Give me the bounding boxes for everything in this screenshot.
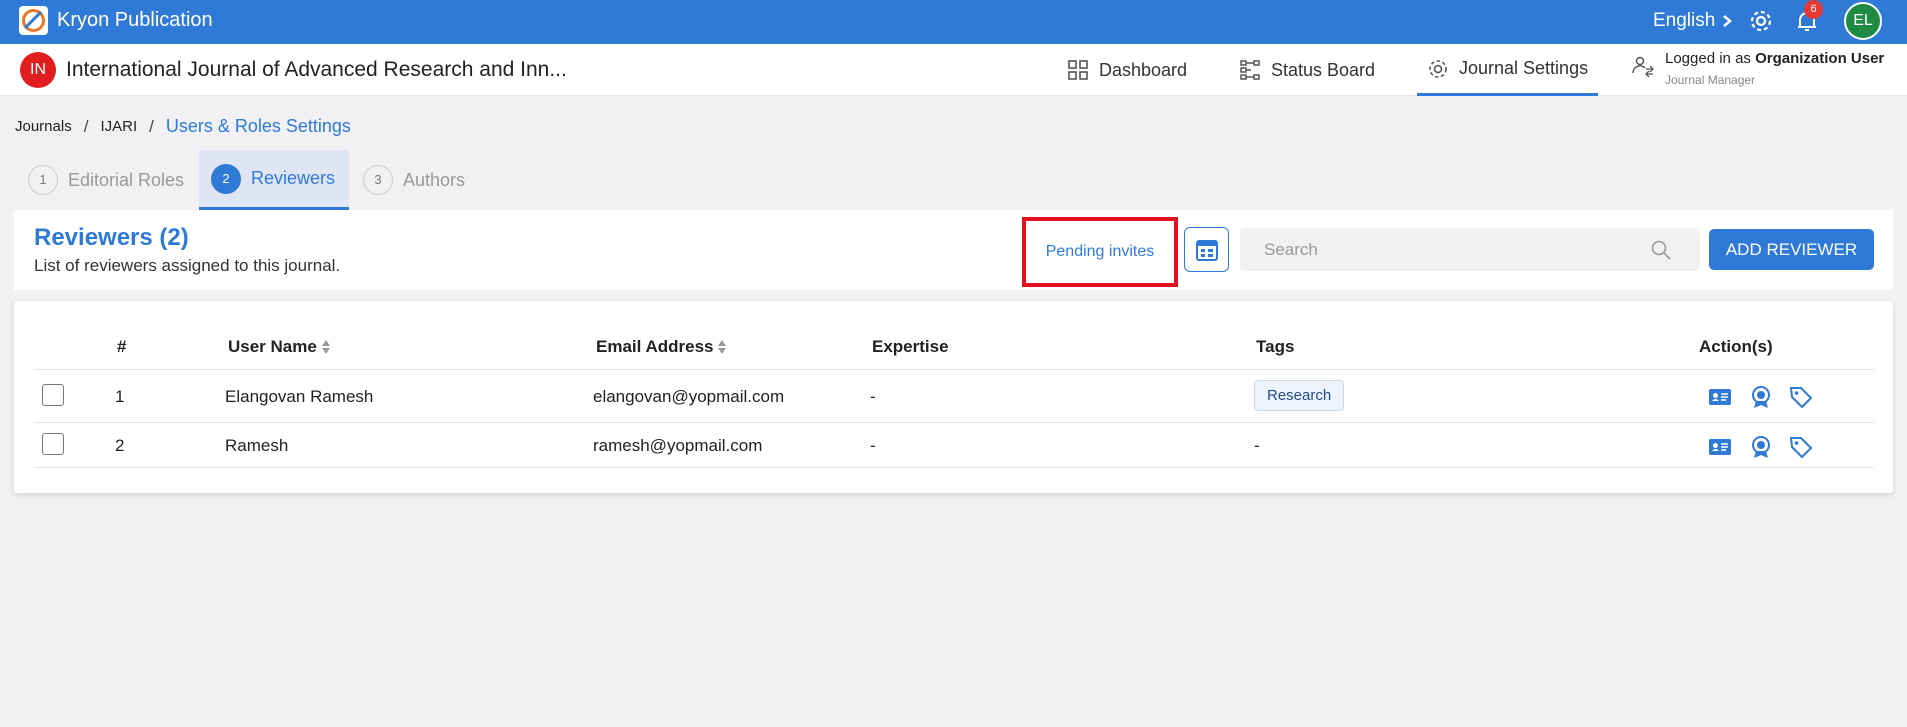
row-number: 1 — [115, 387, 125, 406]
tab-journal-settings[interactable]: Journal Settings — [1417, 44, 1599, 96]
column-header-label: Expertise — [872, 337, 949, 356]
tab-journal-settings-label: Journal Settings — [1459, 58, 1589, 78]
add-reviewer-button[interactable]: ADD REVIEWER — [1709, 229, 1874, 270]
user-role: Journal Manager — [1665, 73, 1756, 87]
journal-header: IN International Journal of Advanced Res… — [0, 44, 1907, 96]
notification-count-badge: 6 — [1804, 0, 1823, 19]
dashboard-icon — [1068, 60, 1088, 80]
row-email: ramesh@yopmail.com — [593, 436, 763, 455]
tab-dashboard-label: Dashboard — [1099, 59, 1188, 80]
step-label: Authors — [403, 169, 466, 190]
tab-authors[interactable]: 3 Authors — [351, 150, 477, 210]
breadcrumb-separator: / — [83, 116, 89, 136]
page-subtitle: List of reviewers assigned to this journ… — [34, 256, 341, 275]
row-checkbox[interactable] — [42, 433, 64, 455]
language-selector[interactable]: English — [1653, 10, 1733, 32]
tab-dashboard[interactable]: Dashboard — [1067, 44, 1187, 96]
logged-in-user: Organization User — [1755, 50, 1885, 67]
row-expertise: - — [870, 436, 876, 455]
journal-title: International Journal of Advanced Resear… — [66, 58, 567, 81]
id-card-icon[interactable] — [1707, 434, 1733, 460]
tag-icon[interactable] — [1788, 434, 1814, 460]
status-board-icon — [1240, 60, 1260, 80]
logged-in-text: Logged in as Organization User — [1665, 50, 1884, 67]
breadcrumb-separator: / — [149, 116, 154, 136]
column-header-email[interactable]: Email Address — [596, 337, 727, 357]
tab-reviewers[interactable]: 2 Reviewers — [199, 150, 349, 210]
column-header-user-name[interactable]: User Name — [228, 337, 331, 357]
app-name: Kryon Publication — [57, 9, 213, 31]
tab-status-board[interactable]: Status Board — [1239, 44, 1375, 96]
settings-gear-icon — [1429, 59, 1447, 78]
step-label: Reviewers — [251, 168, 336, 188]
page-title: Reviewers (2) — [34, 224, 189, 251]
search-input[interactable] — [1240, 228, 1650, 271]
id-card-icon[interactable] — [1707, 384, 1733, 410]
search-icon[interactable] — [1650, 239, 1672, 261]
row-checkbox[interactable] — [42, 384, 64, 406]
switch-user-icon — [1632, 56, 1654, 78]
column-header-label: Email Address — [596, 337, 714, 356]
journal-badge: IN — [20, 52, 56, 88]
chevron-right-icon — [1723, 15, 1733, 27]
sort-icon[interactable] — [321, 339, 331, 355]
pending-invites-button[interactable]: Pending invites — [1022, 217, 1178, 287]
breadcrumb-journals[interactable]: Journals — [15, 118, 72, 135]
breadcrumb: Journals / IJARI / Users & Roles Setting… — [15, 116, 351, 137]
language-label: English — [1653, 10, 1716, 31]
column-header-label: User Name — [228, 337, 317, 356]
sort-icon[interactable] — [717, 339, 727, 355]
row-divider — [34, 422, 1874, 423]
tab-status-board-label: Status Board — [1271, 59, 1376, 80]
column-header-actions: Action(s) — [1699, 337, 1773, 357]
award-badge-icon[interactable] — [1748, 434, 1774, 460]
settings-gear-icon[interactable] — [1748, 8, 1774, 34]
column-header-label: Action(s) — [1699, 337, 1773, 356]
calendar-icon — [1195, 239, 1218, 261]
user-avatar[interactable]: EL — [1844, 2, 1882, 40]
row-expertise: - — [870, 387, 876, 406]
step-number: 3 — [363, 165, 393, 195]
row-divider — [34, 467, 1874, 468]
calendar-view-button[interactable] — [1184, 227, 1229, 272]
step-number: 1 — [28, 165, 58, 195]
search-box — [1240, 228, 1700, 271]
breadcrumb-journal-code[interactable]: IJARI — [100, 118, 137, 135]
row-email: elangovan@yopmail.com — [593, 387, 785, 406]
tab-editorial-roles[interactable]: 1 Editorial Roles — [16, 150, 196, 210]
tag-badge: Research — [1254, 380, 1345, 411]
breadcrumb-current: Users & Roles Settings — [165, 116, 351, 136]
column-header-label: # — [117, 337, 127, 356]
row-divider — [34, 369, 1874, 370]
column-header-label: Tags — [1256, 337, 1295, 356]
column-header-tags: Tags — [1256, 337, 1294, 357]
step-number: 2 — [211, 163, 241, 194]
column-header-number: # — [117, 337, 126, 357]
row-tags: - — [1254, 436, 1260, 455]
row-user-name: Elangovan Ramesh — [225, 387, 374, 406]
top-app-bar: Kryon Publication English 6 EL — [0, 0, 1907, 44]
row-user-name: Ramesh — [225, 436, 289, 455]
award-badge-icon[interactable] — [1748, 384, 1774, 410]
app-logo-icon — [19, 6, 48, 35]
column-header-expertise: Expertise — [872, 337, 949, 357]
row-number: 2 — [115, 436, 125, 455]
logged-in-prefix: Logged in as — [1665, 50, 1751, 67]
step-label: Editorial Roles — [68, 169, 185, 190]
tag-icon[interactable] — [1788, 384, 1814, 410]
